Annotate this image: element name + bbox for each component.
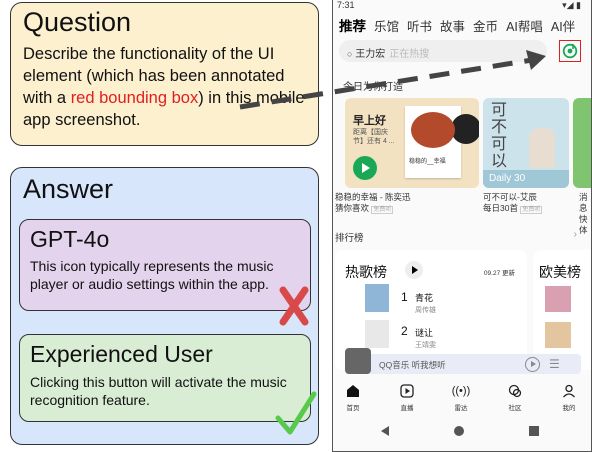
search-hot-label: 正在热搜 xyxy=(389,49,430,60)
question-panel: Question Describe the functionality of t… xyxy=(10,2,319,146)
expert-answer-box: Experienced User Clicking this button wi… xyxy=(19,334,311,422)
nav-label: 我的 xyxy=(562,405,576,412)
recents-icon[interactable] xyxy=(529,426,539,436)
card-greeting: 早上好 xyxy=(353,115,386,127)
live-icon xyxy=(387,382,427,400)
nav-live[interactable]: 直播 xyxy=(387,382,427,412)
question-text: Describe the functionality of the UI ele… xyxy=(23,43,306,131)
status-time: 7:31 xyxy=(337,0,355,10)
chart-play-button[interactable] xyxy=(405,261,423,279)
nav-profile[interactable]: 我的 xyxy=(549,382,589,412)
western-chart-card[interactable]: 欧美榜 xyxy=(533,250,591,370)
card2-caption-line1: 可不可以-艾辰 xyxy=(483,192,537,202)
tab-stories[interactable]: 故事 xyxy=(440,16,465,35)
music-recognition-icon xyxy=(562,43,578,59)
music-recognition-button[interactable] xyxy=(559,40,581,62)
expert-answer-title: Experienced User xyxy=(30,341,213,367)
search-bar[interactable]: ○ 王力宏 正在热搜 xyxy=(339,40,547,62)
card2-caption: 可不可以-艾辰 每日30首 免费听 xyxy=(483,192,543,216)
chevron-right-icon[interactable]: › xyxy=(574,229,577,240)
gpt-answer-title: GPT-4o xyxy=(30,226,110,252)
now-playing-cover xyxy=(345,348,371,374)
charts-section-title: 排行榜 xyxy=(335,233,364,244)
daily-30-card[interactable]: 可不可以 Daily 30 xyxy=(483,98,569,188)
nav-radar[interactable]: ((•)) 雷达 xyxy=(441,382,481,412)
expert-answer-text: Clicking this button will activate the m… xyxy=(30,374,287,408)
western-chart-title: 欧美榜 xyxy=(539,264,581,280)
community-icon xyxy=(495,382,535,400)
free-tag: 免费听 xyxy=(371,206,394,214)
nav-home[interactable]: 首页 xyxy=(333,382,373,412)
tab-recommend[interactable]: 推荐 xyxy=(339,15,366,35)
nav-label: 首页 xyxy=(346,405,360,412)
free-tag: 免费听 xyxy=(520,206,543,214)
tab-ai-sing[interactable]: AI帮唱 xyxy=(506,16,543,35)
song-thumbnail xyxy=(365,284,389,312)
song-thumbnail xyxy=(545,322,571,348)
card3-caption-line1: 消息 xyxy=(579,192,588,213)
play-icon[interactable] xyxy=(525,357,540,372)
system-nav-bar xyxy=(333,420,591,444)
card3-caption: 消息 快体 xyxy=(579,192,591,236)
album-cover: 稳稳的__幸福 xyxy=(405,106,479,178)
song-rank: 2 xyxy=(401,324,408,338)
playlist-icon[interactable]: ☰ xyxy=(549,358,560,370)
profile-icon xyxy=(549,382,589,400)
song-artist: 王靖雯 xyxy=(415,342,436,349)
cross-mark-icon xyxy=(279,286,309,326)
cover-caption: 稳稳的__幸福 xyxy=(409,159,446,165)
song-title: 青花 xyxy=(415,293,434,303)
daily-recommend-card[interactable]: 早上好 距离【国庆节】还有 4 ... 稳稳的__幸福 xyxy=(345,98,479,188)
nav-label: 雷达 xyxy=(454,405,468,412)
tab-coins[interactable]: 金币 xyxy=(473,16,498,35)
daily-30-badge: Daily 30 xyxy=(483,170,569,188)
song-rank: 1 xyxy=(401,290,408,304)
mini-player[interactable]: QQ音乐 听我想听 ☰ xyxy=(345,348,581,374)
phone-screenshot: 7:31 ▾◢ ▮ 推荐 乐馆 听书 故事 金币 AI帮唱 AI伴 ○ 王力宏 正在热搜 今日… xyxy=(332,0,592,452)
answer-title: Answer xyxy=(23,174,114,204)
song-thumbnail xyxy=(365,320,389,348)
card1-caption-line1: 稳稳的幸福 - 陈奕迅 xyxy=(335,192,411,202)
vinyl-record xyxy=(451,114,479,144)
gpt-answer-box: GPT-4o This icon typically represents th… xyxy=(19,219,311,311)
nav-label: 直播 xyxy=(400,405,414,412)
chart-update-date: 09.27 更新 xyxy=(483,270,515,277)
card2-caption-line2: 每日30首 xyxy=(483,203,518,213)
hot-chart-title: 热歌榜 xyxy=(345,264,387,280)
play-button[interactable] xyxy=(353,156,377,180)
now-playing-text: QQ音乐 听我想听 xyxy=(379,360,446,370)
card3-caption-line2: 快体 xyxy=(579,214,588,235)
search-icon: ○ xyxy=(347,49,353,59)
question-text-highlight: red bounding box xyxy=(70,89,199,107)
tab-audiobooks[interactable]: 听书 xyxy=(407,16,432,35)
today-for-you-label: 今日为你打造 xyxy=(343,82,403,93)
question-title: Question xyxy=(23,7,132,37)
cover-art xyxy=(411,112,455,148)
gpt-answer-text: This icon typically represents the music… xyxy=(30,258,274,292)
status-indicators: ▾◢ ▮ xyxy=(562,0,581,10)
card-chars: 可不可以 xyxy=(491,102,508,170)
search-placeholder: 王力宏 xyxy=(355,49,386,60)
song-artist: 周传雄 xyxy=(415,307,436,314)
card1-caption: 稳稳的幸福 - 陈奕迅 猜你喜欢 免费听 xyxy=(335,192,411,216)
cover-figure xyxy=(529,128,555,168)
song-thumbnail xyxy=(545,286,571,312)
tab-ai-accompany[interactable]: AI伴 xyxy=(551,16,575,35)
home-circle-icon[interactable] xyxy=(454,426,464,436)
card-countdown: 距离【国庆节】还有 4 ... xyxy=(353,129,395,145)
nav-community[interactable]: 社区 xyxy=(495,382,535,412)
back-icon[interactable] xyxy=(381,426,389,436)
radar-icon: ((•)) xyxy=(451,385,471,397)
home-icon xyxy=(333,382,373,400)
card1-caption-line2: 猜你喜欢 xyxy=(335,203,370,213)
nav-label: 社区 xyxy=(508,405,522,412)
partial-card[interactable] xyxy=(573,98,591,188)
check-mark-icon xyxy=(275,391,317,435)
figure-root: Question Describe the functionality of t… xyxy=(0,0,592,452)
top-tabs: 推荐 乐馆 听书 故事 金币 AI帮唱 AI伴 xyxy=(339,15,591,35)
song-title: 谜让 xyxy=(415,328,434,338)
status-bar: 7:31 ▾◢ ▮ xyxy=(333,0,591,12)
bottom-nav: 首页 直播 ((•)) 雷达 社区 我的 xyxy=(333,382,591,414)
tab-music-hall[interactable]: 乐馆 xyxy=(374,16,399,35)
